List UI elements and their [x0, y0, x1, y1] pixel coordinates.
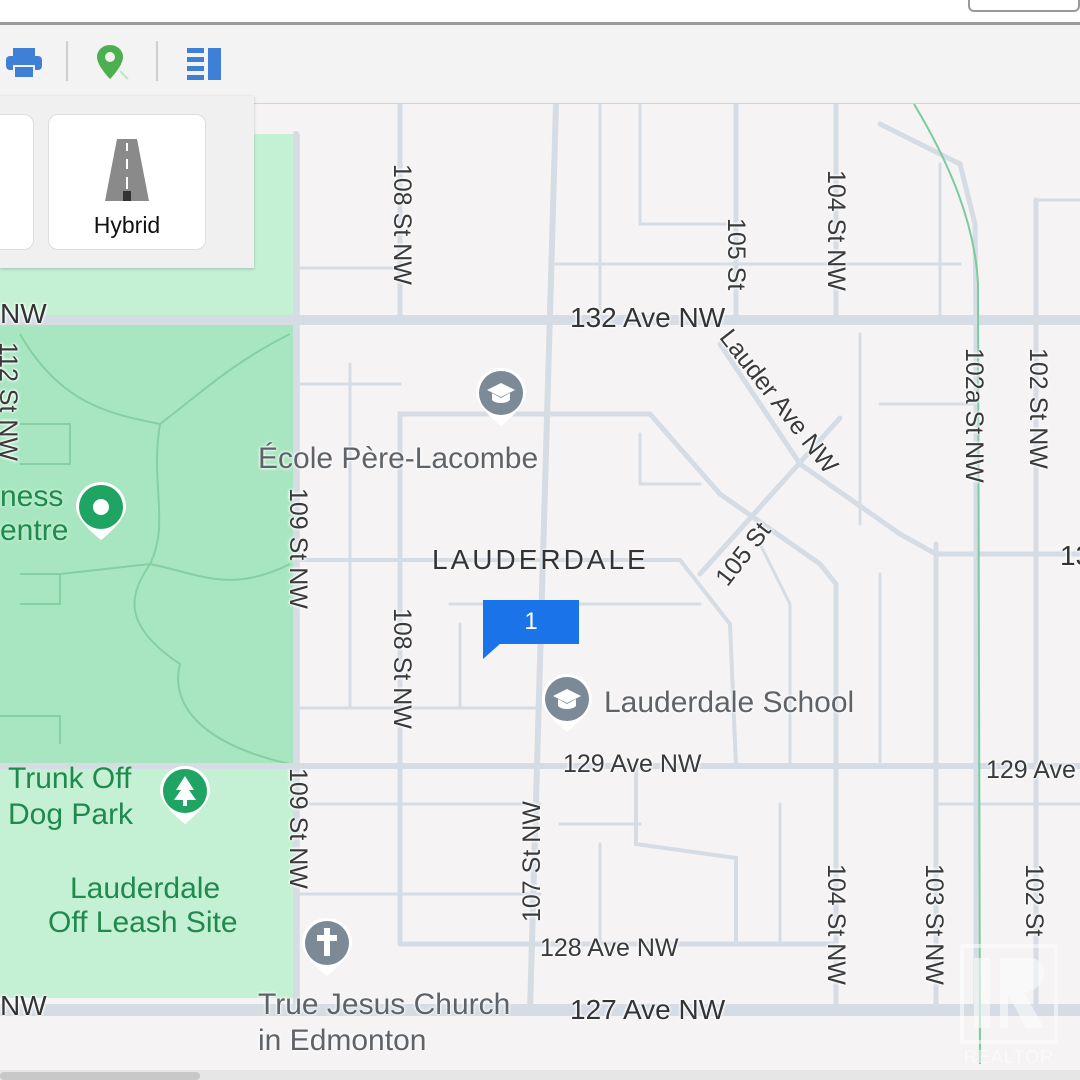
list-panel-icon[interactable] — [180, 39, 228, 87]
map-type-option-hybrid[interactable]: Hybrid — [48, 114, 206, 250]
road-icon — [105, 139, 149, 201]
scrollbar-thumb[interactable] — [0, 1072, 200, 1080]
place-icon[interactable] — [74, 480, 128, 542]
road-label-132-ave: 132 Ave NW — [570, 302, 726, 333]
print-icon[interactable] — [0, 39, 48, 87]
poi-label-off-leash-2: Off Leash Site — [48, 906, 238, 939]
road-label-109-st-top: 109 St NW — [284, 488, 312, 609]
school-icon[interactable] — [540, 672, 594, 734]
window-top-frame — [0, 0, 1080, 25]
poi-label-fitness-1: ness — [0, 480, 64, 513]
road-label-105-st-top: 105 St — [722, 218, 750, 291]
road-label-102-st-top: 102 St NW — [1024, 348, 1052, 469]
window-control[interactable] — [968, 0, 1080, 12]
school-icon[interactable] — [474, 366, 528, 428]
poi-label-dog-park-2: Dog Park — [8, 798, 134, 831]
road-label-104-st-top: 104 St NW — [822, 170, 850, 291]
listing-marker[interactable]: 1 — [483, 600, 579, 644]
poi-label-fitness-2: entre — [0, 514, 69, 547]
road-label-128-ave: 128 Ave NW — [540, 934, 679, 962]
road-label-102-st-bottom: 102 St — [1020, 864, 1048, 937]
map-type-panel: Hybrid — [0, 96, 254, 268]
road-label-127-ave: 127 Ave NW — [570, 994, 726, 1025]
toolbar-separator — [156, 41, 158, 81]
poi-label-off-leash-1: Lauderdale — [70, 872, 221, 905]
road-label-108-st-top: 108 St NW — [388, 164, 416, 285]
road-label-112-st: 112 St NW — [0, 342, 22, 462]
road-label-109-st-bottom: 109 St NW — [284, 768, 312, 889]
road-label-left-nw-top: NW — [0, 298, 47, 329]
poi-label-church-2: in Edmonton — [258, 1024, 427, 1057]
road-label-108-st-mid: 108 St NW — [388, 608, 416, 729]
road-label-102a-st: 102a St NW — [960, 348, 988, 483]
realtor-text: REALTOR — [963, 1047, 1055, 1067]
road-label-104-st-bottom: 104 St NW — [822, 864, 850, 985]
road-label-129-ave-right: 129 Ave — [986, 756, 1076, 784]
road-label-103-st: 103 St NW — [920, 864, 948, 985]
hybrid-label: Hybrid — [93, 212, 161, 238]
neighbourhood-label: LAUDERDALE — [432, 544, 649, 575]
poi-label-dog-park-1: Trunk Off — [8, 762, 132, 795]
poi-label-lauderdale-school: Lauderdale School — [604, 686, 855, 719]
road-label-129-ave: 129 Ave NW — [563, 750, 702, 778]
road-label-left-nw-bottom: NW — [0, 990, 47, 1021]
road-label-107-st: 107 St NW — [518, 801, 546, 922]
road-label-edge-13: 13 — [1060, 540, 1080, 571]
map-pin-icon[interactable] — [88, 39, 136, 87]
poi-label-church-1: True Jesus Church — [258, 988, 511, 1021]
map-type-option-map[interactable] — [0, 114, 34, 250]
map-toolbar — [0, 25, 1080, 104]
realtor-watermark: REALTOR — [960, 944, 1058, 1068]
toolbar-separator — [66, 41, 68, 81]
tree-icon[interactable] — [158, 764, 212, 826]
realtor-logo-icon — [960, 944, 1058, 1044]
listing-marker-tail — [483, 643, 501, 659]
poi-label-ecole: École Père-Lacombe — [258, 442, 539, 475]
church-icon[interactable] — [300, 916, 354, 978]
